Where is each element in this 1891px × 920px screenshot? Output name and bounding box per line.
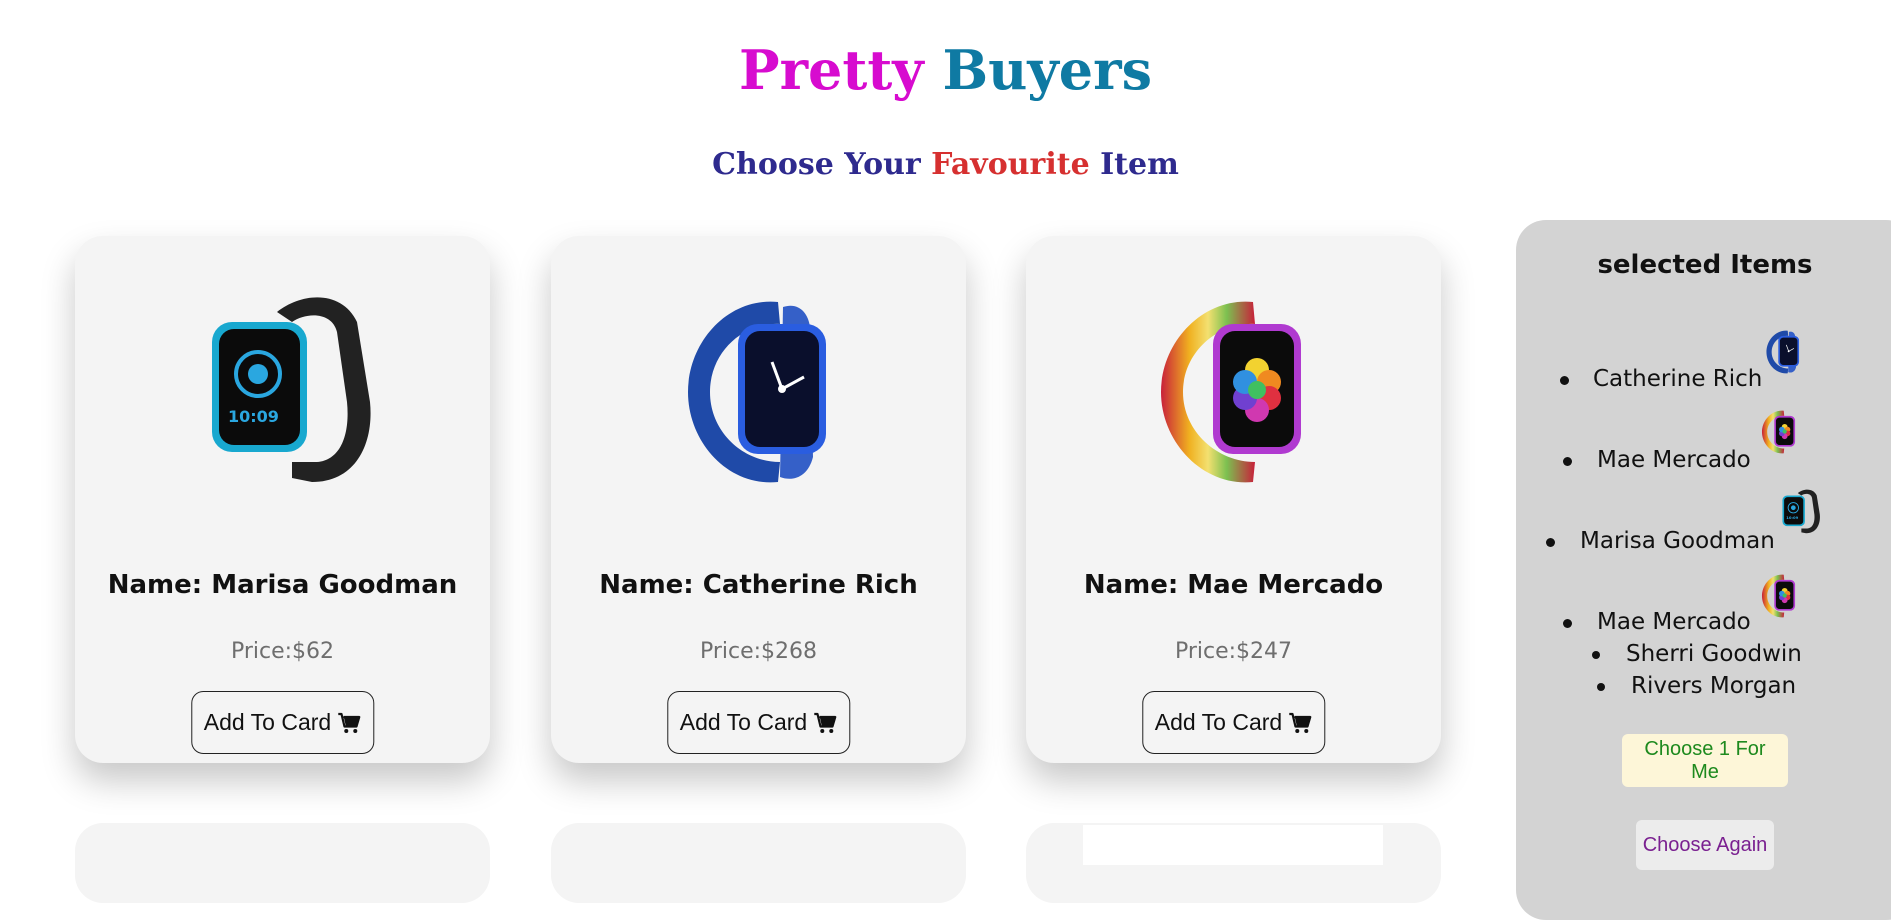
selected-item-thumbnail (1756, 570, 1802, 622)
selected-item-name: Mae Mercado (1597, 447, 1751, 473)
page-subtitle: Choose Your Favourite Item (0, 145, 1891, 185)
list-bullet (1546, 538, 1555, 547)
selected-items-panel (1516, 220, 1891, 920)
add-to-card-button[interactable]: Add To Card (666, 691, 851, 754)
selected-item-thumbnail (1776, 486, 1822, 538)
add-to-card-button[interactable]: Add To Card (1141, 691, 1326, 754)
cart-icon (337, 711, 361, 735)
title-buyers: Buyers (942, 38, 1153, 102)
product-card: Name: Mae Mercado Price:$247 Add To Card (1026, 236, 1441, 763)
list-bullet (1597, 683, 1605, 691)
watch-image-blue (668, 282, 848, 502)
product-image-next-row (1083, 825, 1383, 865)
watch-image-rainbow (1143, 282, 1323, 502)
product-price: Price:$268 (699, 639, 818, 664)
selected-item-thumbnail (1756, 406, 1802, 458)
selected-item-name: Marisa Goodman (1580, 528, 1775, 554)
product-price: Price:$247 (1174, 639, 1293, 664)
selected-items-title: selected Items (1597, 250, 1813, 280)
product-name: Name: Mae Mercado (1083, 570, 1384, 600)
list-bullet (1563, 457, 1572, 466)
add-to-card-label: Add To Card (1154, 709, 1283, 735)
nested-item-name: Rivers Morgan (1631, 673, 1797, 699)
subtitle-choose-your: Choose Your (712, 147, 921, 182)
add-to-card-label: Add To Card (203, 709, 332, 735)
list-bullet (1592, 651, 1600, 659)
selected-item-name: Catherine Rich (1593, 366, 1763, 392)
subtitle-favourite: Favourite (931, 147, 1090, 182)
product-price: Price:$62 (230, 639, 335, 664)
list-bullet (1560, 376, 1569, 385)
product-card-next-row (75, 823, 490, 903)
selected-item-name: Mae Mercado (1597, 609, 1751, 635)
nested-item-name: Sherri Goodwin (1626, 641, 1802, 667)
subtitle-item: Item (1100, 147, 1179, 182)
title-pretty: Pretty (739, 38, 924, 102)
cart-icon (813, 711, 837, 735)
list-bullet (1563, 619, 1572, 628)
add-to-card-button[interactable]: Add To Card (190, 691, 375, 754)
choose-one-for-me-button[interactable]: Choose 1 For Me (1622, 734, 1788, 787)
product-card-next-row (551, 823, 966, 903)
watch-image-teal (192, 282, 372, 502)
product-name: Name: Catherine Rich (599, 570, 918, 600)
product-name: Name: Marisa Goodman (107, 570, 458, 600)
add-to-card-label: Add To Card (679, 709, 808, 735)
selected-item-thumbnail (1760, 326, 1806, 378)
cart-icon (1288, 711, 1312, 735)
product-card: Name: Marisa Goodman Price:$62 Add To Ca… (75, 236, 490, 763)
choose-again-button[interactable]: Choose Again (1636, 820, 1774, 870)
product-card: Name: Catherine Rich Price:$268 Add To C… (551, 236, 966, 763)
page-title: Pretty Buyers (0, 34, 1891, 106)
